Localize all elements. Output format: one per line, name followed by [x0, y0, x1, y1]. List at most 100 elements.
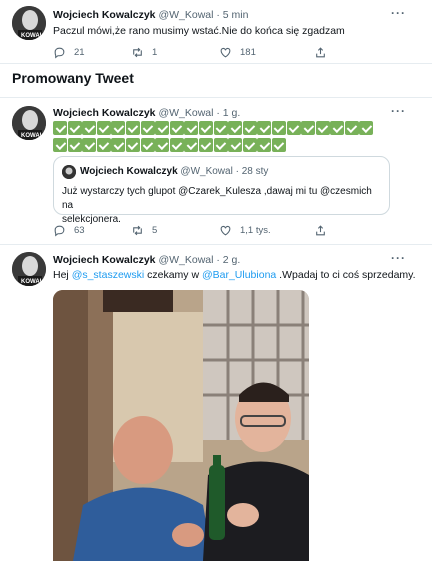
avatar[interactable]: KOWAL	[12, 6, 46, 40]
check-mark-emoji	[242, 121, 257, 135]
check-mark-emoji	[96, 121, 111, 135]
reply-button[interactable]: 21	[53, 44, 131, 60]
check-mark-emoji	[140, 138, 155, 152]
mention-link[interactable]: @Bar_Ulubiona	[202, 269, 276, 281]
check-mark-emoji	[184, 138, 199, 152]
check-mark-emoji	[330, 121, 345, 135]
tweet-header: Wojciech Kowalczyk @W_Kowal · 5 min	[53, 9, 248, 21]
avatar[interactable]: KOWAL	[12, 252, 46, 286]
avatar-image: KOWAL	[12, 6, 46, 40]
author-name[interactable]: Wojciech Kowalczyk	[53, 107, 156, 119]
tweet-header: Wojciech Kowalczyk @W_Kowal · 1 g.	[53, 107, 240, 119]
check-mark-emoji	[53, 121, 67, 135]
check-mark-emoji	[140, 121, 155, 135]
check-mark-emoji	[169, 121, 184, 135]
check-mark-emoji	[359, 121, 374, 135]
more-options-button[interactable]: ···	[391, 104, 406, 118]
like-button[interactable]: 181	[219, 44, 314, 60]
author-handle-time[interactable]: @W_Kowal · 5 min	[158, 9, 248, 21]
quoted-text-line-1: Już wystarczy tych glupot @Czarek_Kulesz…	[62, 186, 372, 211]
divider	[0, 63, 432, 64]
check-mark-emoji	[242, 138, 257, 152]
avatar[interactable]: KOWAL	[12, 106, 46, 140]
photo-image	[53, 290, 309, 561]
quoted-tweet[interactable]: Wojciech Kowalczyk @W_Kowal · 28 sty Już…	[53, 156, 390, 225]
share-button[interactable]	[314, 44, 335, 60]
author-handle-time[interactable]: @W_Kowal · 1 g.	[158, 107, 240, 119]
tweet-actions: 21 1 181	[53, 44, 392, 60]
retweet-icon	[133, 47, 142, 57]
reply-button[interactable]: 63	[53, 222, 131, 238]
retweet-count: 5	[152, 224, 158, 236]
svg-text:KOWAL: KOWAL	[21, 33, 44, 39]
check-mark-emoji	[53, 138, 67, 152]
check-mark-emoji	[257, 138, 272, 152]
retweet-button[interactable]: 1	[131, 44, 219, 60]
tweet-text: Hej @s_staszewski czekamy w @Bar_Ulubion…	[53, 268, 416, 283]
author-name[interactable]: Wojciech Kowalczyk	[53, 9, 156, 21]
text-segment: .Wpadaj to ci coś sprzedamy.	[276, 269, 416, 281]
heart-icon	[220, 47, 231, 57]
reply-icon	[54, 47, 65, 58]
check-mark-emoji	[271, 138, 286, 152]
more-options-button[interactable]: ···	[391, 6, 406, 20]
mention-link[interactable]: @s_staszewski	[72, 269, 145, 281]
like-count: 1,1 tys.	[240, 224, 271, 236]
quoted-handle-time: @W_Kowal · 28 sty	[180, 166, 269, 177]
check-mark-emoji	[228, 121, 243, 135]
retweet-icon	[133, 225, 142, 235]
author-handle-time[interactable]: @W_Kowal · 2 g.	[158, 254, 240, 266]
retweet-count: 1	[152, 46, 158, 58]
quoted-header: Wojciech Kowalczyk @W_Kowal · 28 sty	[80, 166, 268, 177]
heart-icon	[220, 225, 231, 235]
quoted-text: Już wystarczy tych glupot @Czarek_Kulesz…	[62, 185, 381, 227]
check-mark-emoji	[67, 121, 82, 135]
check-mark-emoji	[184, 121, 199, 135]
tweet-text: Paczul mówi,że rano musimy wstać.Nie do …	[53, 25, 345, 37]
check-mark-emoji	[198, 121, 213, 135]
share-button[interactable]	[314, 222, 335, 238]
reply-count: 21	[74, 46, 85, 58]
check-mark-emoji	[155, 121, 170, 135]
quoted-author-name: Wojciech Kowalczyk	[80, 166, 178, 177]
check-mark-emoji	[67, 138, 82, 152]
author-name[interactable]: Wojciech Kowalczyk	[53, 254, 156, 266]
check-mark-emoji	[213, 138, 228, 152]
check-emoji-row	[53, 121, 383, 155]
reply-icon	[54, 225, 65, 236]
more-options-button[interactable]: ···	[391, 251, 406, 265]
like-count: 181	[240, 46, 256, 58]
retweet-button[interactable]: 5	[131, 222, 219, 238]
text-segment: czekamy w	[144, 269, 202, 281]
check-mark-emoji	[111, 138, 126, 152]
share-icon	[316, 224, 325, 235]
reply-count: 63	[74, 224, 85, 236]
check-mark-emoji	[286, 121, 301, 135]
check-mark-emoji	[198, 138, 213, 152]
section-title: Promowany Tweet	[12, 70, 134, 86]
svg-text:KOWAL: KOWAL	[21, 279, 44, 285]
check-mark-emoji	[125, 121, 140, 135]
quoted-avatar	[62, 165, 76, 179]
check-mark-emoji	[271, 121, 286, 135]
check-mark-emoji	[315, 121, 330, 135]
share-icon	[316, 46, 325, 57]
check-mark-emoji	[301, 121, 316, 135]
check-mark-emoji	[82, 138, 97, 152]
check-mark-emoji	[213, 121, 228, 135]
check-mark-emoji	[344, 121, 359, 135]
check-mark-emoji	[228, 138, 243, 152]
check-mark-emoji	[169, 138, 184, 152]
check-mark-emoji	[155, 138, 170, 152]
check-mark-emoji	[82, 121, 97, 135]
check-mark-emoji	[125, 138, 140, 152]
tweet-photo[interactable]	[53, 290, 309, 561]
text-segment: Hej	[53, 269, 72, 281]
avatar-image: KOWAL	[12, 252, 46, 286]
tweet-actions: 63 5 1,1 tys.	[53, 222, 392, 238]
svg-text:KOWAL: KOWAL	[21, 133, 44, 139]
tweet-header: Wojciech Kowalczyk @W_Kowal · 2 g.	[53, 254, 240, 266]
check-mark-emoji	[257, 121, 272, 135]
like-button[interactable]: 1,1 tys.	[219, 222, 314, 238]
tweet-1[interactable]: KOWAL Wojciech Kowalczyk @W_Kowal · 5 mi…	[0, 0, 432, 62]
